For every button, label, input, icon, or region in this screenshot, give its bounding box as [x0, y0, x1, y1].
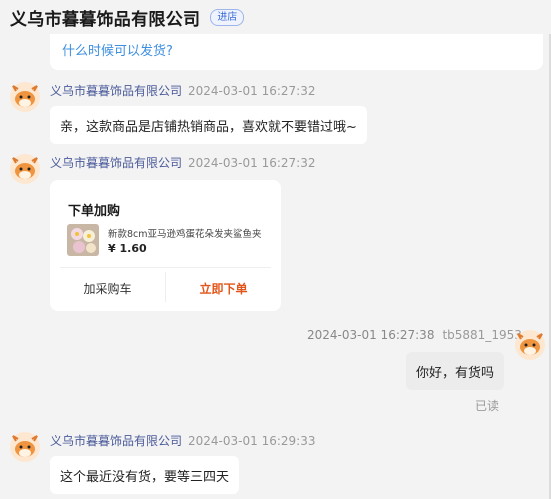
suggested-question-link[interactable]: 什么时候可以发货? [62, 44, 173, 59]
message-time: 2024-03-01 16:27:32 [188, 84, 316, 98]
product-price: ¥ 1.60 [108, 242, 147, 255]
message-meta: 义乌市暮暮饰品有限公司 2024-03-01 16:27:32 [50, 154, 315, 171]
message-time: 2024-03-01 16:29:33 [188, 434, 316, 448]
message-time: 2024-03-01 16:27:32 [188, 156, 316, 170]
message-bubble: 亲，这款商品是店铺热销商品，喜欢就不要错过哦~ [50, 106, 367, 144]
message-meta: 2024-03-01 16:27:38 tb5881_1953 [307, 328, 522, 342]
product-thumbnail[interactable] [67, 224, 99, 256]
chat-header: 义乌市暮暮饰品有限公司 进店 [0, 0, 551, 34]
avatar-deer-icon[interactable] [10, 82, 40, 112]
message-bubble: 这个最近没有货，要等三四天 [50, 456, 240, 494]
message-text: 亲，这款商品是店铺热销商品，喜欢就不要错过哦~ [60, 119, 357, 135]
order-card-title: 下单加购 [68, 204, 121, 219]
sender-name[interactable]: 义乌市暮暮饰品有限公司 [50, 156, 182, 170]
enter-shop-button[interactable]: 进店 [210, 8, 245, 26]
message-time: 2024-03-01 16:27:38 [307, 328, 435, 342]
avatar-deer-icon[interactable] [10, 432, 40, 462]
avatar-deer-icon[interactable] [515, 330, 545, 360]
add-to-cart-button[interactable]: 加采购车 [50, 268, 165, 308]
product-name[interactable]: 新款8cm亚马逊鸡蛋花朵发夹鲨鱼夹 [108, 226, 262, 240]
message-meta: 义乌市暮暮饰品有限公司 2024-03-01 16:29:33 [50, 432, 315, 449]
order-card: 下单加购 新款8cm亚马逊鸡蛋花朵发夹鲨鱼夹 ¥ 1.60 加采购车 立即下单 [50, 180, 281, 311]
previous-message-bubble: 什么时候可以发货? [50, 30, 543, 70]
message-text: 你好，有货吗 [416, 365, 495, 381]
shop-name-title[interactable]: 义乌市暮暮饰品有限公司 [10, 5, 200, 30]
sender-name: tb5881_1953 [442, 328, 522, 342]
message-text: 这个最近没有货，要等三四天 [60, 469, 230, 485]
sender-name[interactable]: 义乌市暮暮饰品有限公司 [50, 84, 182, 98]
sender-name[interactable]: 义乌市暮暮饰品有限公司 [50, 434, 182, 448]
order-now-button[interactable]: 立即下单 [166, 268, 281, 308]
message-meta: 义乌市暮暮饰品有限公司 2024-03-01 16:27:32 [50, 82, 315, 99]
message-bubble: 你好，有货吗 [406, 352, 505, 390]
read-status: 已读 [475, 399, 500, 413]
avatar-deer-icon[interactable] [10, 154, 40, 184]
